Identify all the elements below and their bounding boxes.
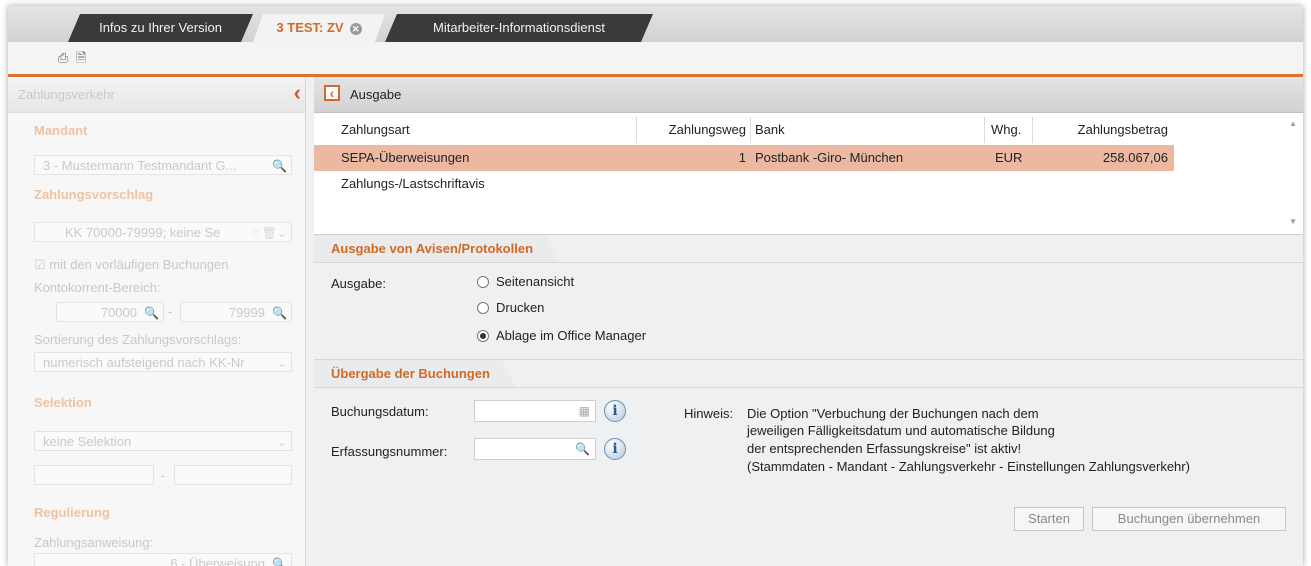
sortierung-label: Sortierung des Zahlungsvorschlags: (34, 332, 242, 347)
uebergabe-section-header: Übergabe der Buchungen (314, 359, 1303, 388)
search-icon: 🔍 (272, 306, 287, 320)
column-divider (984, 117, 985, 143)
back-arrow-icon[interactable]: ‹ (324, 85, 340, 101)
zahlungsvorschlag-heading: Zahlungsvorschlag (34, 187, 154, 202)
selektion-select[interactable]: keine Selektion ⌄ (34, 431, 292, 451)
search-icon: 🔍 (272, 557, 287, 566)
ausgabe-table: Zahlungsart Zahlungsweg Bank Whg. Zahlun… (314, 113, 1303, 235)
document-preview-icon[interactable]: 🗎 (76, 51, 90, 65)
hinweis-line: Die Option "Verbuchung der Buchungen nac… (747, 406, 1039, 421)
radio-drucken-label[interactable]: Drucken (496, 300, 544, 315)
table-header-row: Zahlungsart Zahlungsweg Bank Whg. Zahlun… (314, 117, 1174, 143)
hinweis-label: Hinweis: (684, 406, 734, 421)
buchungsdatum-input[interactable]: ▦ (474, 400, 596, 422)
buchungen-uebernehmen-button[interactable]: Buchungen übernehmen (1092, 507, 1286, 531)
chevron-down-icon: ⌄ (276, 435, 287, 449)
selektion-from-input[interactable] (34, 465, 154, 485)
column-divider (750, 117, 751, 143)
regulierung-heading: Regulierung (34, 505, 110, 520)
tab-mitarbeiter-informationsdienst[interactable]: Mitarbeiter-Informationsdienst (385, 14, 653, 42)
zahlungsanweisung-label: Zahlungsanweisung: (34, 535, 154, 550)
print-icon[interactable]: ⎙ (58, 51, 72, 65)
search-icon[interactable]: 🔍 (575, 442, 590, 456)
column-header-zahlungsart[interactable]: Zahlungsart (341, 117, 410, 143)
tab-test-zv[interactable]: 3 TEST: ZV ✕ (253, 14, 385, 42)
chevron-down-icon: ⌄ (276, 226, 287, 240)
hinweis-line: (Stammdaten - Mandant - Zahlungsverkehr … (747, 459, 1190, 474)
selektion-to-input[interactable] (174, 465, 292, 485)
table-row[interactable]: Zahlungs-/Lastschriftavis (314, 171, 1174, 197)
kk-to-input[interactable]: 79999 🔍 (180, 302, 292, 322)
radio-ablage-label[interactable]: Ablage im Office Manager (496, 328, 646, 343)
ausgabe-header: ‹ Ausgabe (314, 77, 1303, 113)
table-row[interactable]: SEPA-Überweisungen 1 Postbank -Giro- Mün… (314, 145, 1174, 171)
scroll-down-icon[interactable]: ▼ (1289, 217, 1297, 226)
chevron-down-icon: ⌄ (276, 356, 287, 370)
column-header-zahlungsweg[interactable]: Zahlungsweg (636, 117, 746, 143)
ausgabe-title: Ausgabe (350, 87, 402, 102)
main-panel: ‹ Ausgabe Zahlungsart Zahlungsweg Bank W… (314, 77, 1303, 566)
star-icon[interactable]: ☆ (250, 223, 261, 243)
column-header-zahlungsbetrag[interactable]: Zahlungsbetrag (1032, 117, 1168, 143)
trash-icon[interactable]: 🗑 (262, 223, 277, 243)
left-panel-title: Zahlungsverkehr (18, 87, 115, 102)
selektion-heading: Selektion (34, 395, 92, 410)
zahlungsanweisung-field[interactable]: 6 - Überweisung 🔍 (34, 553, 292, 566)
left-panel: Zahlungsverkehr ‹ Mandant 3 - Mustermann… (8, 77, 306, 566)
starten-button[interactable]: Starten (1014, 507, 1084, 531)
ausgabe-label: Ausgabe: (331, 276, 386, 291)
radio-ablage-office-manager[interactable] (477, 330, 489, 342)
close-tab-icon[interactable]: ✕ (350, 23, 362, 35)
erfassungsnummer-label: Erfassungsnummer: (331, 444, 448, 459)
tab-infos-version[interactable]: Infos zu Ihrer Version (68, 14, 253, 42)
vorlaeufige-buchungen-checkbox[interactable]: ☑ mit den vorläufigen Buchungen (34, 257, 229, 273)
cell-zahlungsbetrag: 258.067,06 (1102, 150, 1168, 165)
checkbox-icon: ☑ (34, 257, 46, 272)
info-icon[interactable]: i (604, 438, 626, 460)
tab-bar: Infos zu Ihrer Version 3 TEST: ZV ✕ Mitar… (8, 6, 1303, 42)
zahlungsvorschlag-select[interactable]: KK 70000-79999; keine Se ☆ 🗑 ⌄ (34, 222, 292, 242)
scroll-up-icon[interactable]: ▲ (1289, 119, 1297, 128)
mandant-field[interactable]: 3 - Mustermann Testmandant G... 🔍 (34, 155, 292, 175)
mandant-heading: Mandant (34, 123, 88, 138)
radio-seitenansicht-label[interactable]: Seitenansicht (496, 274, 574, 289)
column-header-whg[interactable]: Whg. (991, 117, 1021, 143)
application-window: Infos zu Ihrer Version 3 TEST: ZV ✕ Mitar… (8, 6, 1303, 566)
sortierung-select[interactable]: numerisch aufsteigend nach KK-Nr ⌄ (34, 352, 292, 372)
kk-from-input[interactable]: 70000 🔍 (56, 302, 164, 322)
calendar-icon[interactable]: ▦ (579, 404, 590, 418)
kk-bereich-label: Kontokorrent-Bereich: (34, 280, 161, 295)
range-dash: - (168, 304, 173, 319)
radio-seitenansicht[interactable] (477, 276, 489, 288)
radio-drucken[interactable] (477, 302, 489, 314)
column-header-bank[interactable]: Bank (755, 117, 785, 143)
cell-whg: EUR (995, 150, 1023, 165)
toolbar: ⎙ 🗎 (8, 42, 1303, 77)
hinweis-line: der entsprechenden Erfassungskreise" ist… (747, 441, 1022, 456)
info-icon[interactable]: i (604, 400, 626, 422)
collapse-panel-icon[interactable]: ‹ (294, 81, 301, 105)
cell-bank: Postbank -Giro- München (755, 150, 904, 165)
search-icon: 🔍 (272, 159, 287, 173)
uebergabe-heading: Übergabe der Buchungen (314, 360, 516, 387)
erfassungsnummer-input[interactable]: 🔍 (474, 438, 596, 460)
cell-zahlungsweg: 1 (738, 150, 746, 165)
range-dash: - (161, 468, 166, 483)
avisen-section-header: Ausgabe von Avisen/Protokollen (314, 235, 1303, 263)
hinweis-line: jeweiligen Fälligkeitsdatum und automati… (747, 423, 1055, 438)
cell-zahlungsart: Zahlungs-/Lastschriftavis (341, 176, 485, 191)
buchungsdatum-label: Buchungsdatum: (331, 404, 429, 419)
avisen-heading: Ausgabe von Avisen/Protokollen (314, 235, 559, 262)
cell-zahlungsart: SEPA-Überweisungen (341, 150, 470, 165)
left-panel-header: Zahlungsverkehr ‹ (8, 77, 305, 113)
search-icon: 🔍 (144, 306, 159, 320)
